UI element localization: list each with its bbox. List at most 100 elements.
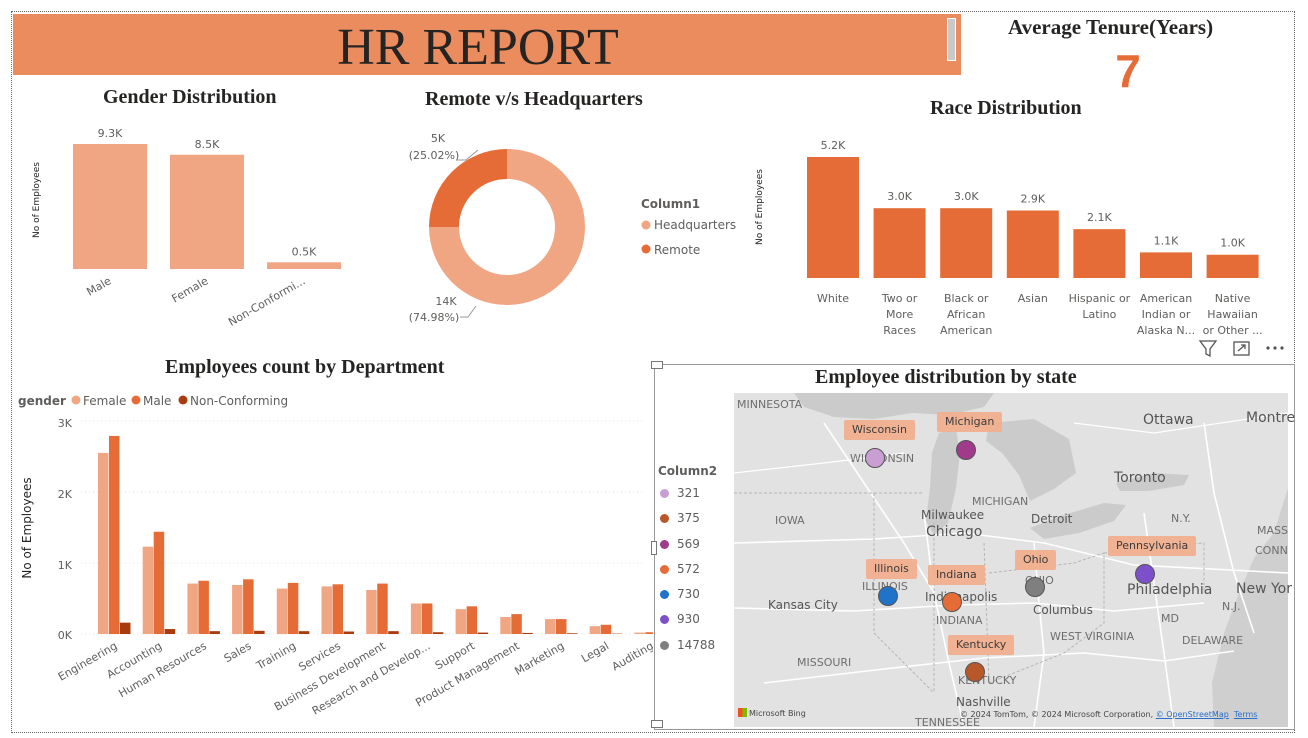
bar[interactable] [276,588,288,634]
resize-handle[interactable] [651,720,663,728]
bar[interactable] [366,589,377,634]
bar[interactable] [477,632,489,634]
bar[interactable] [1073,229,1126,278]
bar[interactable] [600,624,612,634]
bar[interactable] [873,208,926,278]
focus-mode-icon[interactable] [1233,341,1250,356]
bar[interactable] [321,586,333,634]
bar[interactable] [164,629,176,634]
terms-link[interactable]: Terms [1234,710,1258,719]
hq-slice-value: 14K [435,295,457,308]
gender-y-axis-label: No of Employees [32,162,42,238]
map-state-label: Indiana [928,565,985,585]
map-legend: Column2 321 375 569 572 730 930 14788 [658,464,738,663]
bar[interactable] [511,614,522,634]
map-legend-item[interactable]: 572 [658,562,738,587]
map-label-iowa: IOWA [775,514,805,527]
bar[interactable] [940,208,993,278]
data-label: 1.1K [1154,234,1179,247]
bar[interactable] [332,584,344,634]
bar[interactable] [198,580,209,634]
resize-handle[interactable] [651,541,657,555]
bar[interactable] [209,631,220,634]
legend-label-female[interactable]: Female [83,394,126,408]
race-chart[interactable]: No of Employees 5.2K White 3.0K Two or More R… [745,125,1295,340]
map-bubble-pennsylvania[interactable] [1135,564,1155,584]
bar[interactable] [567,633,578,634]
legend-label-headquarters[interactable]: Headquarters [654,218,736,232]
resize-handle[interactable] [651,361,663,369]
bar[interactable] [645,632,653,634]
category-label: African [947,308,985,321]
bar[interactable] [187,583,198,634]
map-legend-item[interactable]: 730 [658,587,738,612]
gender-chart[interactable]: No of Employees 9.3K Male 8.5K Female 0.5K No… [13,118,373,340]
bar[interactable] [556,619,567,634]
map-state-label: Kentucky [948,635,1015,655]
department-chart[interactable]: gender Female Male Non-Conforming No of … [13,380,653,730]
bar[interactable] [267,262,341,269]
map-bubble-kentucky[interactable] [965,662,985,682]
osm-link[interactable]: © OpenStreetMap [1156,710,1229,719]
dept-legend-title: gender [18,394,66,408]
bar[interactable] [287,582,299,634]
bar[interactable] [170,154,244,269]
bar[interactable] [73,144,147,269]
bar[interactable] [254,630,265,634]
map-bubble-michigan[interactable] [956,440,976,460]
bar[interactable] [1206,254,1259,278]
bar[interactable] [455,609,467,634]
bar[interactable] [410,603,422,634]
bar[interactable] [388,631,399,634]
data-label: 9.3K [98,127,123,140]
bar[interactable] [153,531,165,634]
bar[interactable] [1006,210,1059,278]
category-label: Hawaiian [1207,308,1258,321]
map-legend-item[interactable]: 930 [658,612,738,637]
legend-dot-non-conforming [178,395,188,405]
bar[interactable] [142,546,154,634]
remote-slice-value: 5K [431,132,446,145]
bar[interactable] [120,622,131,634]
legend-label-remote[interactable]: Remote [654,243,700,257]
map-bubble-illinois[interactable] [878,586,898,606]
bar[interactable] [232,585,243,634]
map-legend-item[interactable]: 375 [658,511,738,536]
bar[interactable] [421,603,433,634]
bar[interactable] [1140,252,1192,278]
legend-label-male[interactable]: Male [143,394,171,408]
bar[interactable] [500,616,511,634]
map-bubble-wisconsin[interactable] [865,448,885,468]
bar[interactable] [545,619,556,634]
bar[interactable] [98,452,109,634]
visual-header-actions [1198,340,1284,358]
filter-icon[interactable] [1198,340,1218,358]
map-legend-item[interactable]: 321 [658,486,738,511]
map-legend-item[interactable]: 14788 [658,638,738,663]
banner-scrollbar[interactable] [947,18,956,61]
category-label: More [886,308,914,321]
data-label: 3.0K [887,190,912,203]
bar[interactable] [589,626,601,634]
bar[interactable] [298,631,310,634]
map-legend-item[interactable]: 569 [658,537,738,562]
legend-dot-remote [641,244,651,254]
bar[interactable] [634,632,645,634]
bar[interactable] [243,579,254,634]
bar[interactable] [466,606,478,634]
bar[interactable] [377,583,388,634]
map-label-chicago: Chicago [926,524,983,540]
bing-label: Microsoft Bing [749,709,806,718]
bar[interactable] [343,631,355,634]
map-bubble-ohio[interactable] [1025,577,1045,597]
bar[interactable] [522,632,533,634]
remote-donut-chart[interactable]: 5K (25.02%) 14K (74.98%) Column1 Headqua… [380,118,750,340]
bar[interactable] [807,157,859,278]
legend-label-non-conforming[interactable]: Non-Conforming [190,394,288,408]
race-chart-title: Race Distribution [930,97,1082,119]
bar[interactable] [432,632,444,634]
category-label: Alaska N... [1137,324,1195,337]
more-options-icon[interactable] [1266,346,1284,350]
bar[interactable] [109,435,120,634]
map-bubble-indiana[interactable] [942,592,962,612]
